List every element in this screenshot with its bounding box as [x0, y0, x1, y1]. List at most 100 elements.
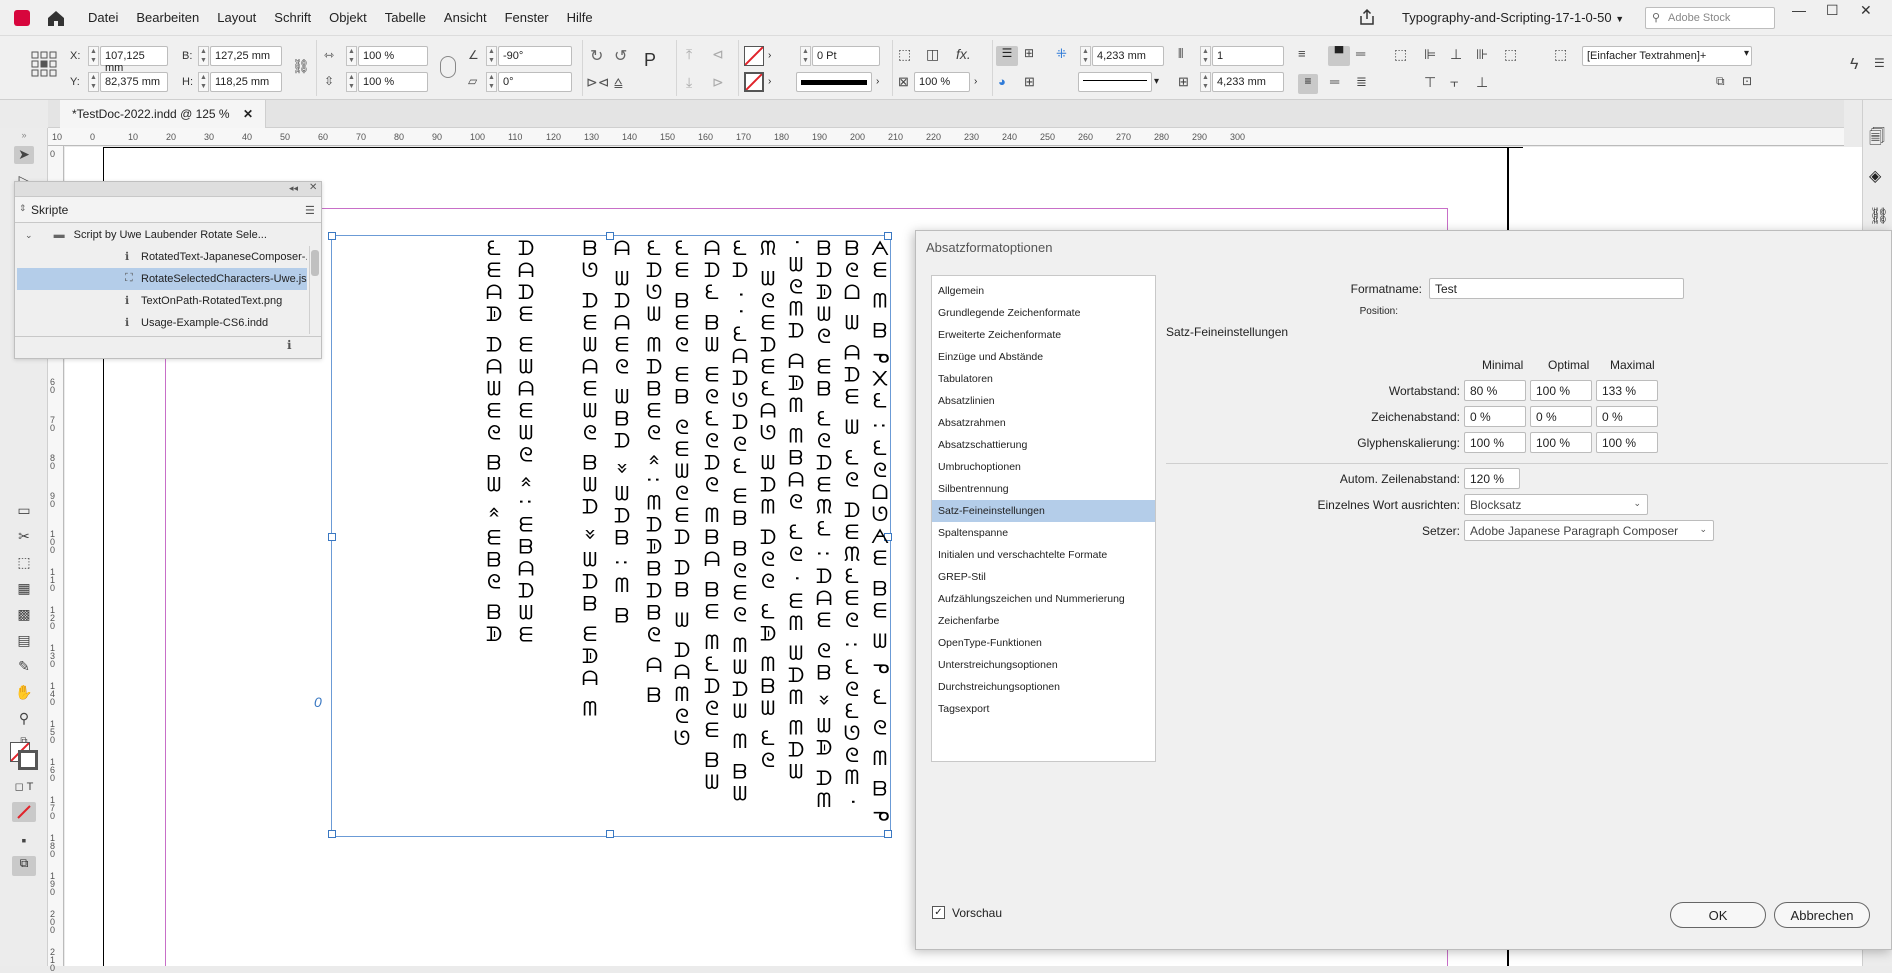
- x-field[interactable]: 107,125 mm: [100, 46, 168, 74]
- stroke-type-chevron-icon[interactable]: ›: [876, 76, 879, 87]
- scale-y-field[interactable]: 100 %: [358, 72, 428, 92]
- reference-point-icon[interactable]: [30, 50, 58, 78]
- wortabstand-max[interactable]: 133 %: [1596, 380, 1658, 401]
- stroke-none-swatch[interactable]: [744, 72, 764, 92]
- scrollbar[interactable]: [309, 246, 319, 334]
- script-item[interactable]: ℹ TextOnPath-RotatedText.png: [17, 290, 307, 312]
- auto-fit-icon[interactable]: ⊞: [1024, 74, 1035, 90]
- rotation-field[interactable]: -90°: [498, 46, 572, 66]
- category-item[interactable]: Einzüge und Abstände: [932, 346, 1155, 368]
- layers-panel-icon[interactable]: ◈: [1869, 166, 1881, 186]
- constrain-proportions-icon[interactable]: ⛓: [292, 58, 310, 75]
- align-left-edges-icon[interactable]: ⊫: [1424, 46, 1436, 63]
- scrollbar-thumb[interactable]: [311, 250, 319, 276]
- menu-layout[interactable]: Layout: [217, 10, 256, 25]
- frame-handle-bl[interactable]: [328, 830, 336, 838]
- drop-shadow-icon[interactable]: ◫: [926, 46, 939, 63]
- category-item[interactable]: Durchstreichungsoptionen: [932, 676, 1155, 698]
- menu-schrift[interactable]: Schrift: [274, 10, 311, 25]
- opacity-field[interactable]: 100 %: [914, 72, 970, 92]
- category-item-selected[interactable]: Satz-Feineinstellungen: [932, 500, 1155, 522]
- scissors-tool-icon[interactable]: ✂: [14, 528, 34, 546]
- category-item[interactable]: Grundlegende Zeichenformate: [932, 302, 1155, 324]
- frame-stroke-select[interactable]: [1078, 72, 1152, 92]
- rotate-ccw-icon[interactable]: ↺: [614, 46, 627, 66]
- adobe-stock-search[interactable]: ⚲ Adobe Stock: [1645, 7, 1775, 29]
- menu-datei[interactable]: Datei: [88, 10, 118, 25]
- text-wrap-off-icon[interactable]: ☰: [996, 46, 1018, 66]
- script-item-selected[interactable]: ⛶ RotateSelectedCharacters-Uwe.jsx: [17, 268, 307, 290]
- w-field[interactable]: 127,25 mm: [210, 46, 282, 66]
- maximize-icon[interactable]: ☐: [1826, 2, 1839, 19]
- glyphenskalierung-opt[interactable]: 100 %: [1530, 432, 1592, 453]
- align-text-center-icon[interactable]: ═: [1356, 46, 1365, 61]
- menu-ansicht[interactable]: Ansicht: [444, 10, 487, 25]
- glyphenskalierung-min[interactable]: 100 %: [1464, 432, 1526, 453]
- preview-mode-icon[interactable]: ⧉: [12, 856, 36, 876]
- align-top-edges-icon[interactable]: ⊤: [1424, 74, 1436, 91]
- category-item[interactable]: OpenType-Funktionen: [932, 632, 1155, 654]
- stroke-swatch-icon[interactable]: [18, 750, 38, 770]
- zeichenabstand-min[interactable]: 0 %: [1464, 406, 1526, 427]
- category-item[interactable]: Initialen und verschachtelte Formate: [932, 544, 1155, 566]
- stroke-menu-chevron-icon[interactable]: ›: [768, 76, 771, 87]
- apply-none-icon[interactable]: [12, 802, 36, 822]
- fill-none-swatch[interactable]: [744, 46, 764, 66]
- h-spinner[interactable]: ▲ ▼: [198, 72, 209, 92]
- category-item[interactable]: Umbruchoptionen: [932, 456, 1155, 478]
- align-text-justify-icon[interactable]: ≣: [1356, 74, 1367, 90]
- close-window-icon[interactable]: ✕: [1860, 2, 1872, 19]
- home-icon[interactable]: [46, 8, 66, 28]
- panel-title[interactable]: Skripte: [31, 203, 68, 217]
- menu-objekt[interactable]: Objekt: [329, 10, 367, 25]
- clear-overrides-icon[interactable]: ⧉: [1716, 74, 1725, 89]
- menu-hilfe[interactable]: Hilfe: [567, 10, 593, 25]
- composer-select[interactable]: Adobe Japanese Paragraph Composer ⌄: [1464, 520, 1714, 541]
- category-item[interactable]: Allgemein: [932, 280, 1155, 302]
- category-item[interactable]: Erweiterte Zeichenformate: [932, 324, 1155, 346]
- note-tool-icon[interactable]: ▤: [14, 632, 34, 650]
- column-gutter-spinner[interactable]: ▲ ▼: [1200, 72, 1211, 92]
- align-top-text-icon[interactable]: ≡: [1298, 46, 1306, 61]
- stroke-weight-spinner[interactable]: ▲ ▼: [800, 46, 811, 66]
- category-item[interactable]: Silbentrennung: [932, 478, 1155, 500]
- frame-handle-ml[interactable]: [328, 533, 336, 541]
- select-container-icon[interactable]: ⤒: [686, 46, 692, 63]
- inset-field[interactable]: 4,233 mm: [1092, 46, 1164, 66]
- new-style-icon[interactable]: ⊡: [1742, 74, 1752, 88]
- align-frame-icon[interactable]: ⬚: [1394, 46, 1407, 63]
- free-transform-tool-icon[interactable]: ⬚: [14, 554, 34, 572]
- glyphenskalierung-max[interactable]: 100 %: [1596, 432, 1658, 453]
- gradient-swatch-tool-icon[interactable]: ▦: [14, 580, 34, 598]
- y-field[interactable]: 82,375 mm: [100, 72, 168, 92]
- zeichenabstand-opt[interactable]: 0 %: [1530, 406, 1592, 427]
- selection-tool-icon[interactable]: ➤: [14, 146, 34, 164]
- menu-bearbeiten[interactable]: Bearbeiten: [136, 10, 199, 25]
- distribute-icon[interactable]: ⬚: [1504, 46, 1517, 63]
- script-item[interactable]: ℹ Usage-Example-CS6.indd: [17, 312, 307, 334]
- panel-menu-icon[interactable]: ☰: [305, 204, 315, 217]
- close-panel-icon[interactable]: ✕: [309, 182, 317, 193]
- column-gutter-field[interactable]: 4,233 mm: [1212, 72, 1284, 92]
- scale-x-field[interactable]: 100 %: [358, 46, 428, 66]
- rectangle-tool-icon[interactable]: ▭: [14, 502, 34, 520]
- h-field[interactable]: 118,25 mm: [210, 72, 282, 92]
- rotate-cw-icon[interactable]: ↻: [590, 46, 603, 66]
- format-container-icon[interactable]: ◻ T: [14, 780, 34, 798]
- links-panel-icon[interactable]: ⛓: [1869, 206, 1889, 226]
- corner-options-icon[interactable]: ⬚: [898, 46, 911, 63]
- y-spinner[interactable]: ▲ ▼: [88, 72, 99, 92]
- category-item[interactable]: Tagsexport: [932, 698, 1155, 720]
- select-next-icon[interactable]: ⊳: [712, 74, 724, 91]
- flip-vertical-icon[interactable]: ⩠: [614, 74, 623, 91]
- object-styles-icon[interactable]: ◕: [998, 74, 1006, 89]
- formatname-input[interactable]: Test: [1429, 278, 1684, 299]
- document-tab[interactable]: *TestDoc-2022.indd @ 125 % ✕: [60, 100, 267, 128]
- category-item[interactable]: Spaltenspanne: [932, 522, 1155, 544]
- align-bottom-edges-icon[interactable]: ⊥: [1476, 74, 1488, 91]
- hand-tool-icon[interactable]: ✋: [14, 684, 34, 702]
- control-panel-menu-icon[interactable]: ☰: [1874, 56, 1885, 70]
- script-info-icon[interactable]: ℹ: [287, 338, 292, 352]
- link-scale-icon[interactable]: [440, 56, 456, 78]
- category-item[interactable]: Absatzschattierung: [932, 434, 1155, 456]
